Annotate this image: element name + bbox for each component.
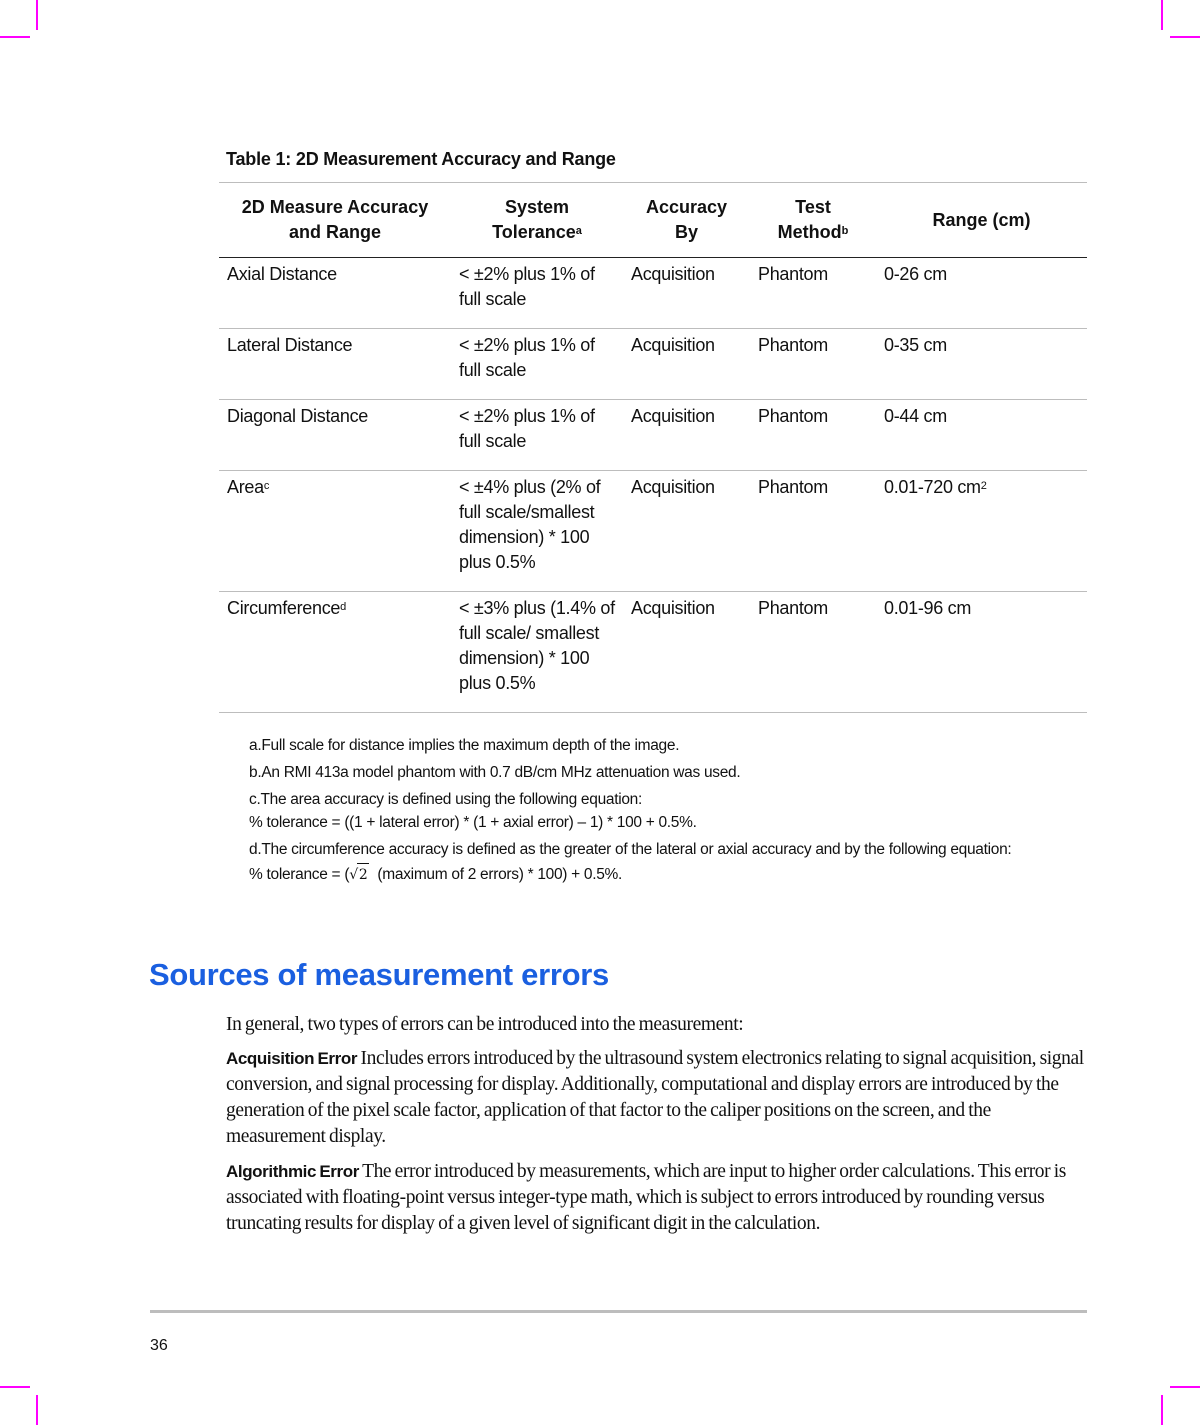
measure-cell: Areac	[227, 477, 270, 497]
tolerance-cell: < ±2% plus 1% of full scale	[459, 335, 595, 380]
test-method-cell: Phantom	[758, 598, 828, 618]
section-heading: Sources of measurement errors	[149, 957, 609, 992]
table-row: Axial Distance < ±2% plus 1% of full sca…	[219, 258, 1087, 329]
column-header: Accuracy By	[645, 197, 728, 242]
table-row: Areac < ±4% plus (2% of full scale/small…	[219, 471, 1087, 592]
term-label: Acquisition Error	[226, 1049, 358, 1068]
column-header: Range (cm)	[932, 209, 1031, 230]
table-row: Lateral Distance < ±2% plus 1% of full s…	[219, 329, 1087, 400]
measure-cell: Diagonal Distance	[227, 406, 368, 426]
algorithmic-error-paragraph: Algorithmic Error The error introduced b…	[226, 1161, 1066, 1234]
crop-mark	[1170, 1386, 1200, 1388]
accuracy-by-cell: Acquisition	[631, 335, 715, 355]
test-method-cell: Phantom	[758, 264, 828, 284]
acquisition-error-paragraph: Acquisition Error Includes errors introd…	[226, 1048, 1084, 1147]
crop-mark	[0, 36, 30, 38]
table-row: Diagonal Distance < ±2% plus 1% of full …	[219, 400, 1087, 471]
footnote-b: b.An RMI 413a model phantom with 0.7 dB/…	[249, 764, 741, 781]
footnote-c: c.The area accuracy is defined using the…	[249, 791, 697, 831]
crop-mark	[1170, 36, 1200, 38]
footnote-d-equation: % tolerance = (√2 (maximum of 2 errors) …	[249, 863, 1089, 887]
tolerance-cell: < ±2% plus 1% of full scale	[459, 406, 595, 451]
test-method-cell: Phantom	[758, 335, 828, 355]
footer-divider	[150, 1310, 1087, 1313]
table-row: Circumferenced < ±3% plus (1.4% of full …	[219, 592, 1087, 713]
accuracy-by-cell: Acquisition	[631, 264, 715, 284]
footnote-a: a.Full scale for distance implies the ma…	[249, 737, 680, 754]
range-cell: 0.01-720 cm2	[884, 477, 987, 497]
table-footnotes: a.Full scale for distance implies the ma…	[249, 734, 1089, 891]
crop-mark	[36, 1395, 38, 1425]
footnote-ref: c	[263, 480, 270, 492]
intro-paragraph: In general, two types of errors can be i…	[226, 1014, 744, 1035]
column-header: 2D Measure Accuracy and Range	[241, 197, 429, 242]
accuracy-by-cell: Acquisition	[631, 477, 715, 497]
table-title: Table 1: 2D Measurement Accuracy and Ran…	[226, 149, 616, 169]
test-method-cell: Phantom	[758, 477, 828, 497]
range-cell: 0-26 cm	[884, 264, 947, 284]
crop-mark	[1161, 0, 1163, 30]
measure-cell: Lateral Distance	[227, 335, 353, 355]
range-cell: 0-35 cm	[884, 335, 947, 355]
crop-mark	[1161, 1395, 1163, 1425]
measure-cell: Axial Distance	[227, 264, 337, 284]
term-label: Algorithmic Error	[226, 1162, 359, 1181]
crop-mark	[0, 1386, 30, 1388]
measure-cell: Circumferenced	[227, 598, 346, 618]
range-cell: 0-44 cm	[884, 406, 947, 426]
test-method-cell: Phantom	[758, 406, 828, 426]
tolerance-cell: < ±3% plus (1.4% of full scale/ smallest…	[459, 598, 615, 693]
crop-mark	[36, 0, 38, 30]
square-root-symbol: √2	[349, 863, 370, 887]
footnote-ref: d	[340, 601, 346, 613]
footnote-d: d.The circumference accuracy is defined …	[249, 841, 1012, 858]
table-header-row: 2D Measure Accuracy and Range System Toler…	[219, 182, 1087, 258]
accuracy-table: 2D Measure Accuracy and Range System Toler…	[219, 182, 1087, 713]
range-cell: 0.01-96 cm	[884, 598, 972, 618]
page-number: 36	[150, 1337, 168, 1354]
column-header: Test Methodb	[777, 197, 849, 242]
column-header: System Tolerancea	[492, 197, 582, 242]
tolerance-cell: < ±2% plus 1% of full scale	[459, 264, 595, 309]
accuracy-by-cell: Acquisition	[631, 598, 715, 618]
accuracy-by-cell: Acquisition	[631, 406, 715, 426]
tolerance-cell: < ±4% plus (2% of full scale/smallest di…	[459, 477, 601, 572]
